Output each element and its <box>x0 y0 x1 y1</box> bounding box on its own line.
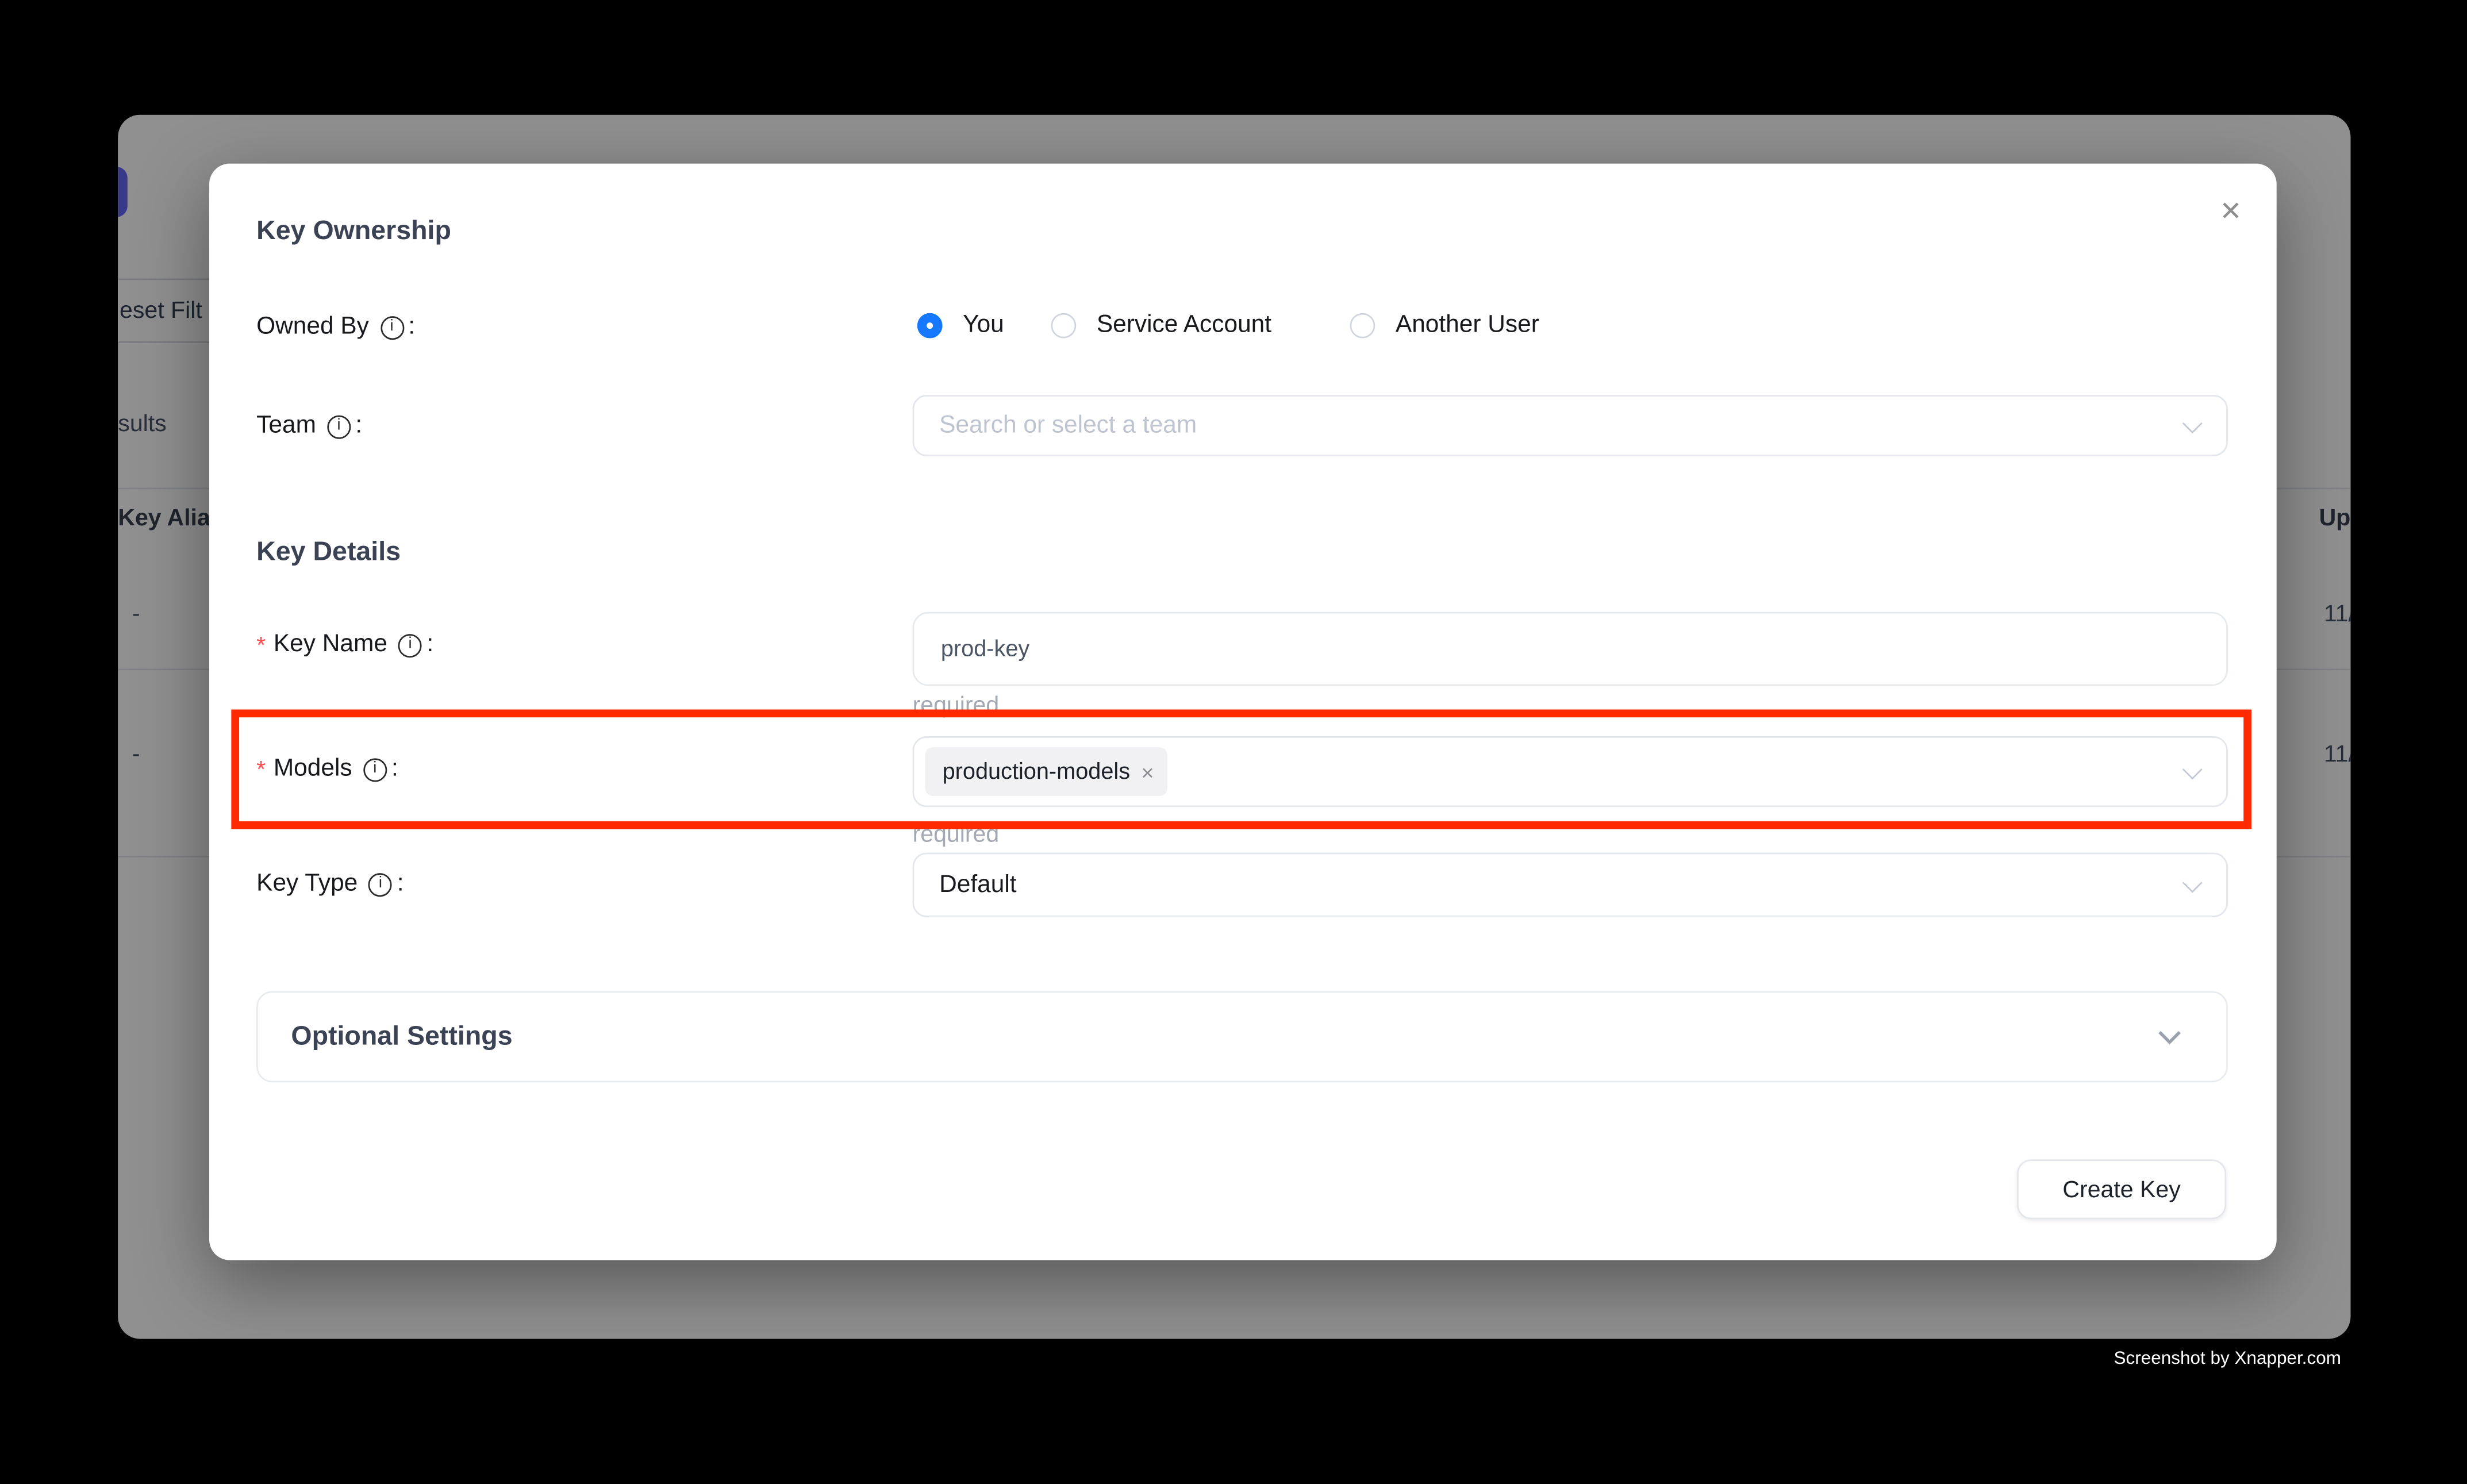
chevron-down-icon <box>2182 872 2203 892</box>
radio-label-service-account[interactable]: Service Account <box>1097 312 1271 340</box>
create-key-button[interactable]: Create Key <box>2017 1159 2226 1219</box>
close-icon[interactable]: ✕ <box>2220 198 2242 225</box>
key-name-input[interactable]: prod-key <box>913 612 2228 686</box>
radio-label-another-user[interactable]: Another User <box>1396 312 1539 340</box>
colon: : <box>408 313 415 341</box>
radio-label-you[interactable]: You <box>963 312 1004 340</box>
section-title-key-ownership: Key Ownership <box>256 216 451 247</box>
colon: : <box>355 412 362 440</box>
team-label: Team i : <box>256 412 362 440</box>
watermark-text: Screenshot by Xnapper.com <box>2114 1350 2341 1369</box>
key-type-select[interactable]: Default <box>913 853 2228 917</box>
key-name-value: prod-key <box>941 636 1029 662</box>
colon: : <box>397 870 404 898</box>
key-type-label-text: Key Type <box>256 870 358 898</box>
key-type-label: Key Type i : <box>256 870 404 898</box>
section-title-key-details: Key Details <box>256 536 401 568</box>
colon: : <box>426 631 433 659</box>
screenshot-stage: eset Filt sults Key Alia Up - 11/ - 11/ … <box>0 0 2467 1483</box>
key-name-label: * Key Name i : <box>256 631 433 659</box>
key-type-value: Default <box>939 871 1016 899</box>
owned-by-label-text: Owned By <box>256 313 369 341</box>
radio-1[interactable] <box>1051 313 1076 339</box>
info-icon[interactable]: i <box>327 414 351 438</box>
optional-settings-expander[interactable]: Optional Settings <box>256 991 2228 1082</box>
radio-0[interactable] <box>917 313 943 339</box>
info-icon[interactable]: i <box>398 633 422 657</box>
radio-2[interactable] <box>1350 313 1375 339</box>
optional-settings-title: Optional Settings <box>291 1021 512 1052</box>
chevron-down-icon <box>2182 413 2203 433</box>
info-icon[interactable]: i <box>380 316 404 339</box>
owned-by-label: Owned By i : <box>256 313 415 341</box>
annotation-rectangle <box>231 709 2251 829</box>
team-select-placeholder: Search or select a team <box>939 412 1197 440</box>
required-asterisk: * <box>256 632 266 659</box>
team-label-text: Team <box>256 412 316 440</box>
chevron-down-icon <box>2158 1022 2181 1044</box>
team-select[interactable]: Search or select a team <box>913 395 2228 456</box>
info-icon[interactable]: i <box>368 872 392 896</box>
key-name-label-text: Key Name <box>274 631 387 659</box>
